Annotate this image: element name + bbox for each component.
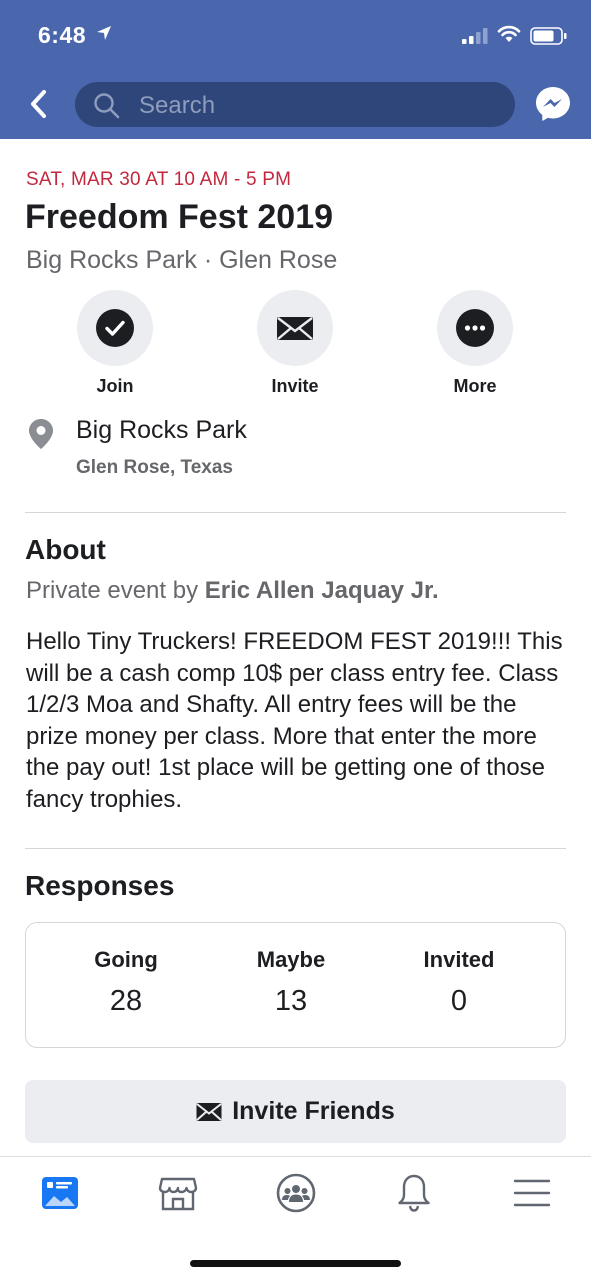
- response-label: Invited: [423, 947, 495, 972]
- event-date: SAT, MAR 30 AT 10 AM - 5 PM: [26, 169, 292, 190]
- join-button[interactable]: Join: [60, 290, 170, 402]
- host-prefix: Private event by: [26, 577, 205, 604]
- more-button[interactable]: More: [420, 290, 530, 402]
- checkmark-icon: [96, 309, 134, 347]
- marketplace-icon[interactable]: [156, 1171, 200, 1215]
- response-maybe[interactable]: Maybe 13: [226, 947, 356, 1018]
- response-count: 28: [109, 985, 143, 1017]
- divider: [25, 512, 566, 513]
- notifications-bell-icon[interactable]: [392, 1171, 436, 1215]
- messenger-icon[interactable]: [534, 85, 572, 123]
- join-icon-circle: [77, 290, 153, 366]
- app-header: 6:48 Search: [0, 0, 591, 139]
- invite-icon-circle: [257, 290, 333, 366]
- response-label: Going: [94, 947, 158, 972]
- event-title: Freedom Fest 2019: [25, 198, 334, 236]
- news-feed-icon[interactable]: [38, 1171, 82, 1215]
- response-count: 13: [274, 985, 308, 1017]
- response-label: Maybe: [256, 947, 326, 972]
- host-name[interactable]: Eric Allen Jaquay Jr.: [205, 577, 439, 604]
- invite-button[interactable]: Invite: [240, 290, 350, 402]
- search-icon: [94, 93, 120, 119]
- envelope-icon: [277, 317, 313, 340]
- location-name[interactable]: Big Rocks Park: [76, 416, 247, 445]
- search-placeholder: Search: [139, 92, 216, 119]
- status-time: 6:48: [38, 22, 87, 48]
- map-pin-icon: [29, 419, 53, 449]
- back-button[interactable]: [24, 86, 54, 122]
- groups-icon[interactable]: [274, 1171, 318, 1215]
- menu-icon[interactable]: [510, 1171, 554, 1215]
- invite-label: Invite: [271, 376, 319, 396]
- location-city: Glen Rose, Texas: [76, 457, 233, 478]
- home-indicator[interactable]: [190, 1260, 401, 1267]
- wifi-icon: [497, 25, 521, 42]
- response-invited[interactable]: Invited 0: [394, 947, 524, 1018]
- divider: [25, 848, 566, 849]
- location-arrow-icon: [97, 26, 111, 40]
- more-icon-circle: [437, 290, 513, 366]
- responses-title: Responses: [25, 870, 175, 901]
- host-line: Private event by Eric Allen Jaquay Jr.: [26, 577, 439, 605]
- about-title: About: [25, 534, 106, 565]
- cellular-signal-icon: [462, 28, 488, 44]
- more-dots-icon: [456, 309, 494, 347]
- more-label: More: [453, 376, 497, 396]
- invite-friends-label: Invite Friends: [232, 1097, 395, 1125]
- event-description: Hello Tiny Truckers! FREEDOM FEST 2019!!…: [26, 628, 563, 813]
- status-bar: 6:48: [0, 0, 591, 70]
- search-input[interactable]: Search: [75, 82, 515, 127]
- envelope-icon: [196, 1102, 222, 1121]
- response-count: 0: [450, 985, 468, 1017]
- event-venue[interactable]: Big Rocks Park · Glen Rose: [26, 246, 337, 275]
- battery-icon: [530, 27, 567, 45]
- response-going[interactable]: Going 28: [61, 947, 191, 1018]
- join-label: Join: [96, 376, 134, 396]
- responses-card: Going 28 Maybe 13 Invited 0: [25, 922, 566, 1048]
- invite-friends-button[interactable]: Invite Friends: [25, 1080, 566, 1143]
